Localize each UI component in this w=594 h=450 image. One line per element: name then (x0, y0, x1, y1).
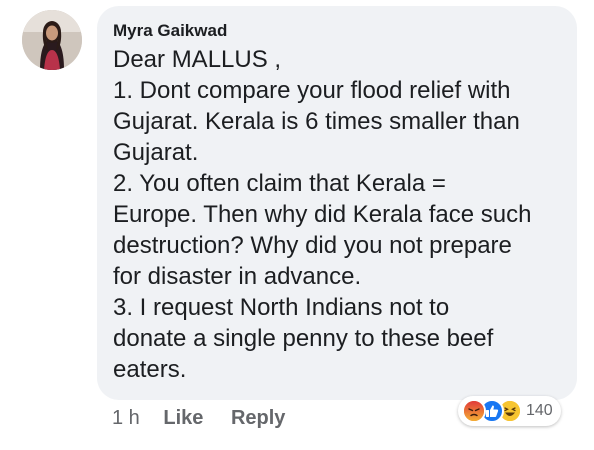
angry-icon (462, 399, 486, 423)
comment-text-line: Gujarat. (113, 139, 199, 166)
author-name[interactable]: Myra Gaikwad (113, 20, 563, 42)
comment-actions: 1 h Like Reply (112, 404, 307, 432)
comment-text-line: Dear MALLUS , (113, 46, 282, 73)
comment-text-line: 3. I request North Indians not to (113, 294, 450, 321)
comment-text-line: 1. Dont compare your flood relief with (113, 77, 511, 104)
comment-text-line: eaters. (113, 356, 187, 383)
timestamp[interactable]: 1 h (112, 404, 140, 432)
comment-text-line: Europe. Then why did Kerala face such (113, 201, 532, 228)
comment-text-line: donate a single penny to these beef (113, 325, 494, 352)
comment: Myra Gaikwad Dear MALLUS , 1. Dont compa… (0, 0, 594, 450)
avatar[interactable] (22, 10, 82, 70)
comment-text-line: 2. You often claim that Kerala = (113, 170, 446, 197)
reaction-count: 140 (526, 402, 553, 419)
reply-button[interactable]: Reply (231, 404, 285, 432)
comment-text-line: Gujarat. Kerala is 6 times smaller than (113, 108, 520, 135)
comment-text-line: for disaster in advance. (113, 263, 362, 290)
like-button[interactable]: Like (163, 404, 203, 432)
comment-text-line: destruction? Why did you not prepare (113, 232, 512, 259)
avatar-photo (22, 10, 82, 70)
comment-bubble: Myra Gaikwad Dear MALLUS , 1. Dont compa… (97, 6, 577, 400)
reactions-summary[interactable]: 140 (458, 396, 561, 426)
